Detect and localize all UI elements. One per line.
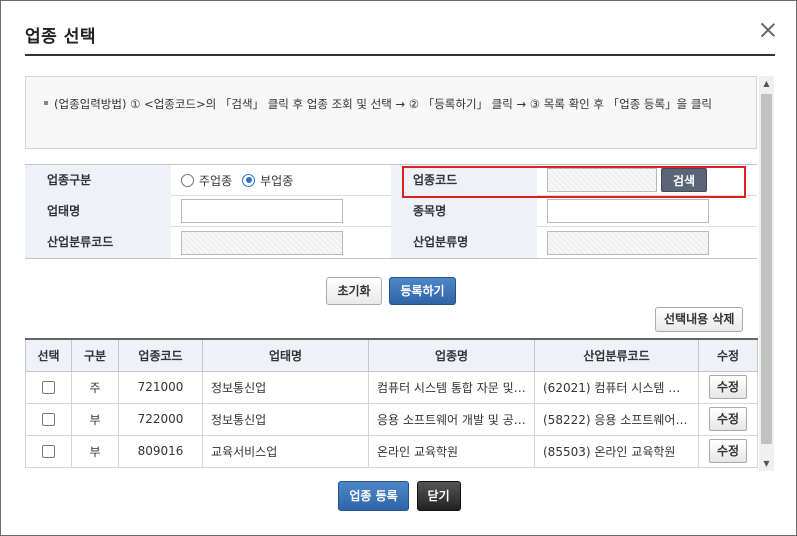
- edit-button[interactable]: 수정: [709, 375, 747, 399]
- radio-sub[interactable]: 부업종: [242, 172, 293, 189]
- dialog-footer: 업종 등록 닫기: [1, 481, 797, 511]
- header-edit: 수정: [698, 338, 758, 372]
- row-code: 809016: [118, 434, 203, 468]
- row-name: 응용 소프트웨어 개발 및 공급업: [368, 402, 535, 436]
- row-business: 정보통신업: [202, 402, 369, 436]
- title-divider: [25, 54, 775, 56]
- category-label: 업종구분: [25, 164, 171, 196]
- code-label: 업종코드: [391, 164, 537, 196]
- submit-industry-button[interactable]: 업종 등록: [338, 481, 409, 511]
- header-type: 구분: [71, 338, 119, 372]
- row-code: 721000: [118, 370, 203, 404]
- row-code: 722000: [118, 402, 203, 436]
- table-row: 주 721000 정보통신업 컴퓨터 시스템 통합 자문 및 구축 서비스업 (…: [25, 370, 758, 404]
- header-name: 업종명: [368, 338, 535, 372]
- reset-button[interactable]: 초기화: [326, 277, 382, 305]
- edit-button[interactable]: 수정: [709, 439, 747, 463]
- form-row-2: 업태명 종목명: [25, 195, 757, 227]
- content-scrollbar[interactable]: ▲ ▼: [759, 76, 774, 471]
- radio-main-icon[interactable]: [181, 173, 194, 187]
- row-edit-cell: 수정: [698, 434, 758, 468]
- form-row-1: 업종구분 주업종 부업종 업종코드 검색: [25, 164, 757, 196]
- business-label: 업태명: [25, 195, 171, 227]
- item-field-wrap: [537, 196, 757, 227]
- scroll-up-icon[interactable]: ▲: [759, 76, 774, 91]
- table-row: 부 722000 정보통신업 응용 소프트웨어 개발 및 공급업 (58222)…: [25, 402, 758, 436]
- industry-table: 선택 구분 업종코드 업태명 업종명 산업분류코드 수정 주 721000 정보…: [25, 338, 758, 468]
- guide-box: (업종입력방법) ① <업종코드>의 「검색」 클릭 후 업종 조회 및 선택 …: [25, 76, 757, 149]
- header-code: 업종코드: [118, 338, 203, 372]
- row-industry: (85503) 온라인 교육학원: [534, 434, 699, 468]
- table-header-row: 선택 구분 업종코드 업태명 업종명 산업분류코드 수정: [25, 338, 758, 372]
- row-name: 컴퓨터 시스템 통합 자문 및 구축 서비스업: [368, 370, 535, 404]
- row-edit-cell: 수정: [698, 402, 758, 436]
- search-form: 업종구분 주업종 부업종 업종코드 검색 업태명 종목명 산업분류코드 산업분류…: [25, 164, 757, 259]
- row-edit-cell: 수정: [698, 370, 758, 404]
- row-type: 부: [71, 434, 119, 468]
- row-type: 주: [71, 370, 119, 404]
- row-select-cell: [25, 370, 72, 404]
- code-input: [547, 168, 657, 192]
- industry-code-input: [181, 230, 343, 255]
- row-select-cell: [25, 402, 72, 436]
- row-industry: (62021) 컴퓨터 시스템 통합 자문 및 구축 서비스업: [534, 370, 699, 404]
- industry-name-field-wrap: [537, 227, 757, 258]
- form-actions: 초기화 등록하기: [25, 277, 757, 305]
- guide-text: (업종입력방법) ① <업종코드>의 「검색」 클릭 후 업종 조회 및 선택 …: [54, 97, 712, 111]
- header-select: 선택: [25, 338, 72, 372]
- radio-sub-icon[interactable]: [242, 173, 256, 187]
- close-icon[interactable]: [759, 21, 777, 39]
- edit-button[interactable]: 수정: [709, 407, 747, 431]
- table-row: 부 809016 교육서비스업 온라인 교육학원 (85503) 온라인 교육학…: [25, 434, 758, 468]
- header-business: 업태명: [202, 338, 369, 372]
- item-input[interactable]: [547, 199, 709, 223]
- industry-name-label: 산업분류명: [391, 227, 537, 258]
- industry-select-dialog: 업종 선택 (업종입력방법) ① <업종코드>의 「검색」 클릭 후 업종 조회…: [0, 0, 797, 536]
- form-row-3: 산업분류코드 산업분류명: [25, 227, 757, 258]
- scrollbar-thumb[interactable]: [761, 94, 772, 444]
- industry-name-input: [547, 230, 709, 255]
- delete-selected-button[interactable]: 선택내용 삭제: [655, 307, 744, 332]
- close-button[interactable]: 닫기: [416, 481, 461, 511]
- row-checkbox[interactable]: [42, 445, 55, 458]
- row-checkbox[interactable]: [42, 381, 55, 394]
- radio-main-label: 주업종: [199, 173, 233, 188]
- radio-sub-label: 부업종: [260, 173, 294, 188]
- row-industry: (58222) 응용 소프트웨어 개발 및 공급업: [534, 402, 699, 436]
- scroll-down-icon[interactable]: ▼: [759, 456, 774, 471]
- dialog-content: (업종입력방법) ① <업종코드>의 「검색」 클릭 후 업종 조회 및 선택 …: [25, 76, 759, 471]
- dialog-title: 업종 선택: [25, 27, 96, 47]
- business-field-wrap: [171, 196, 391, 227]
- industry-code-label: 산업분류코드: [25, 227, 171, 258]
- row-name: 온라인 교육학원: [368, 434, 535, 468]
- search-button[interactable]: 검색: [661, 168, 707, 192]
- code-field-wrap: 검색: [537, 165, 757, 196]
- header-industry: 산업분류코드: [534, 338, 699, 372]
- row-business: 정보통신업: [202, 370, 369, 404]
- item-label: 종목명: [391, 195, 537, 227]
- row-business: 교육서비스업: [202, 434, 369, 468]
- row-type: 부: [71, 402, 119, 436]
- row-checkbox[interactable]: [42, 413, 55, 426]
- row-select-cell: [25, 434, 72, 468]
- business-input[interactable]: [181, 199, 343, 223]
- category-radios: 주업종 부업종: [171, 165, 391, 196]
- radio-main[interactable]: 주업종: [181, 172, 232, 189]
- industry-code-field-wrap: [171, 227, 391, 258]
- bullet-icon: [44, 100, 48, 105]
- register-button[interactable]: 등록하기: [389, 277, 456, 305]
